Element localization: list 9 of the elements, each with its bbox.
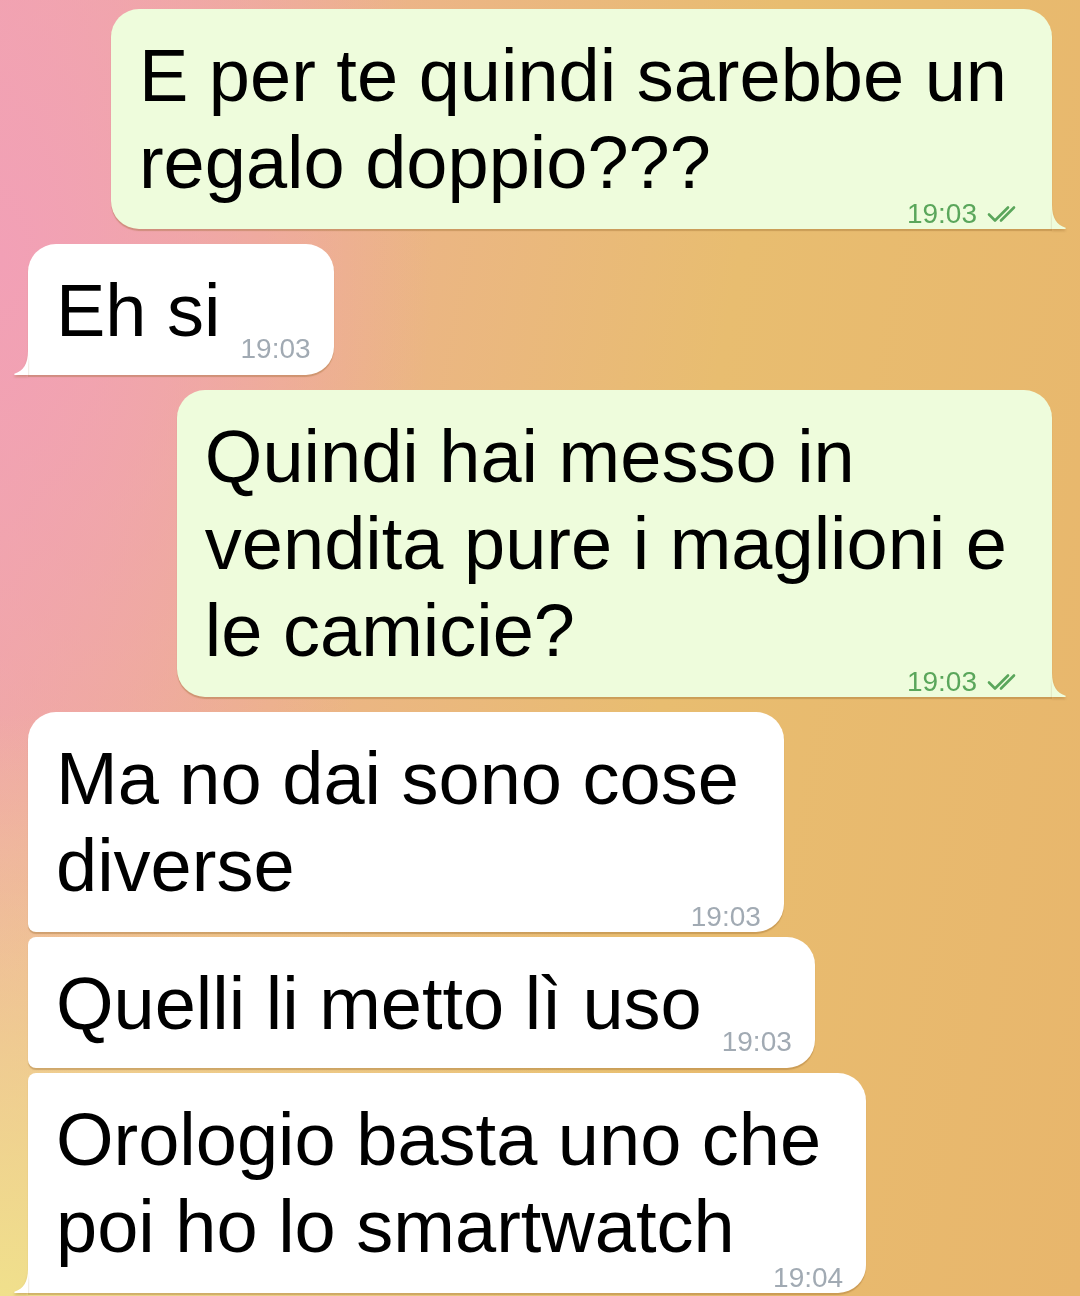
message-time: 19:04 (773, 1265, 844, 1291)
message-time: 19:03 (240, 336, 311, 362)
message-text: Eh si (56, 274, 221, 348)
message-time: 19:03 (721, 1029, 792, 1055)
message-text: Ma no dai sono cose diverse (56, 742, 739, 903)
message-text: Quindi hai messo in vendita pure i maglioni e le camicie? (204, 420, 1007, 668)
message-time: 19:03 (690, 904, 761, 930)
message-time: 19:03 (906, 669, 977, 695)
message-time: 19:03 (906, 201, 977, 227)
